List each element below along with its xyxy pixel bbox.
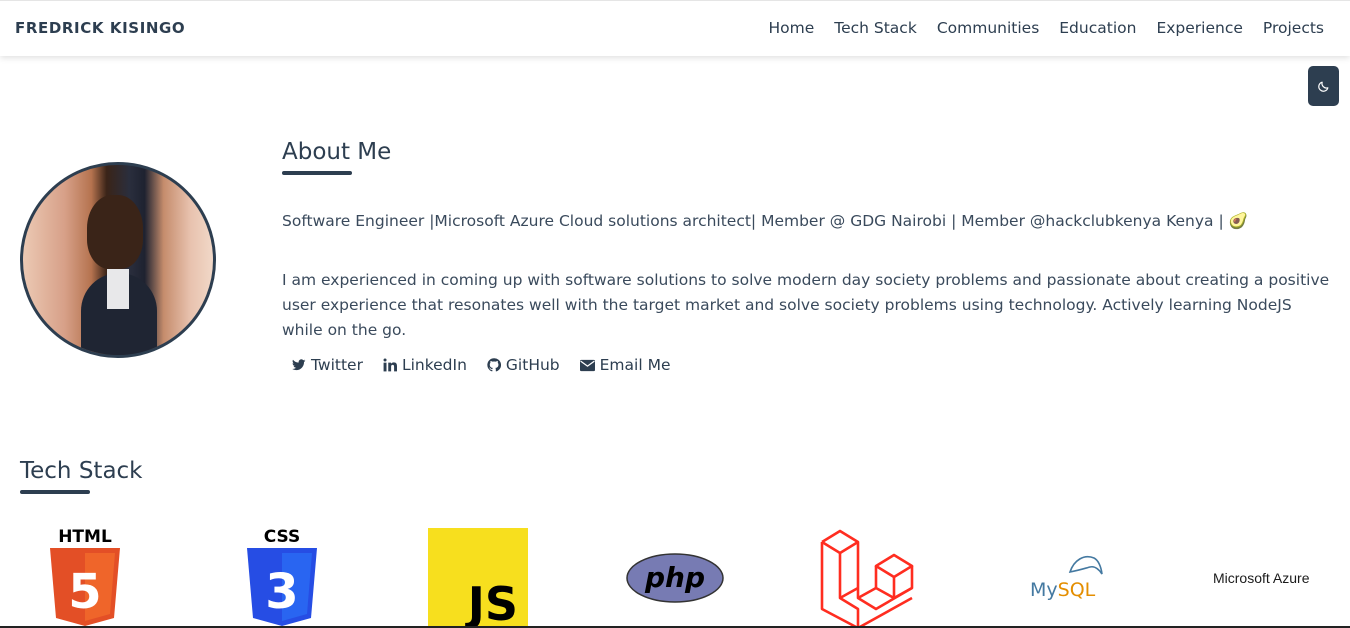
javascript-logo: JS: [428, 528, 528, 628]
profile-avatar: [20, 162, 216, 358]
dolphin-icon: [1068, 556, 1103, 575]
nav-link-experience[interactable]: Experience: [1156, 19, 1242, 37]
brand-logo[interactable]: FREDRICK KISINGO: [15, 19, 185, 37]
php-logo: php: [626, 553, 724, 603]
twitter-link[interactable]: Twitter: [292, 356, 363, 374]
javascript-logo-text: JS: [465, 577, 518, 628]
nav-link-projects[interactable]: Projects: [1263, 19, 1324, 37]
avatar-collar: [107, 269, 129, 309]
about-tagline: Software Engineer |Microsoft Azure Cloud…: [282, 212, 1248, 230]
mysql-logo: MySQL: [1030, 552, 1110, 602]
moon-icon: [1318, 81, 1329, 92]
tech-stack-underline: [20, 490, 90, 494]
linkedin-label: LinkedIn: [401, 356, 467, 374]
linkedin-icon: [383, 358, 397, 372]
github-icon: [487, 358, 501, 372]
about-underline: [282, 171, 352, 175]
nav-link-tech-stack[interactable]: Tech Stack: [834, 19, 917, 37]
email-link[interactable]: Email Me: [579, 356, 671, 374]
css3-logo-text: CSS: [264, 527, 301, 547]
linkedin-link[interactable]: LinkedIn: [383, 356, 467, 374]
github-label: GitHub: [505, 356, 560, 374]
nav-link-home[interactable]: Home: [768, 19, 814, 37]
nav-link-education[interactable]: Education: [1059, 19, 1136, 37]
php-logo-text: php: [644, 561, 705, 594]
html5-logo: HTML 5: [50, 527, 120, 626]
avatar-face: [87, 195, 143, 269]
html5-logo-text: HTML: [58, 527, 112, 547]
tech-stack-heading: Tech Stack: [20, 458, 143, 484]
theme-toggle-button[interactable]: [1308, 66, 1339, 106]
github-link[interactable]: GitHub: [487, 356, 560, 374]
twitter-icon: [292, 359, 306, 371]
about-heading: About Me: [282, 139, 392, 165]
nav-link-communities[interactable]: Communities: [937, 19, 1039, 37]
social-links: Twitter LinkedIn GitHub Email Me: [292, 356, 670, 374]
mysql-logo-text-my: My: [1030, 579, 1058, 601]
mysql-logo-text-sql: SQL: [1057, 579, 1096, 601]
css3-logo: CSS 3: [247, 527, 317, 626]
twitter-label: Twitter: [311, 356, 363, 374]
laravel-logo: [820, 529, 914, 628]
email-icon: [579, 359, 595, 371]
about-bio: I am experienced in coming up with softw…: [282, 271, 1330, 339]
email-label: Email Me: [599, 356, 671, 374]
nav-links: Home Tech Stack Communities Education Ex…: [768, 19, 1324, 37]
html5-logo-digit: 5: [68, 564, 101, 620]
mysql-logo-text: MySQL: [1030, 579, 1095, 601]
css3-logo-digit: 3: [265, 564, 298, 620]
azure-logo: Microsoft Azure: [1213, 570, 1310, 586]
navbar: FREDRICK KISINGO Home Tech Stack Communi…: [0, 0, 1350, 56]
